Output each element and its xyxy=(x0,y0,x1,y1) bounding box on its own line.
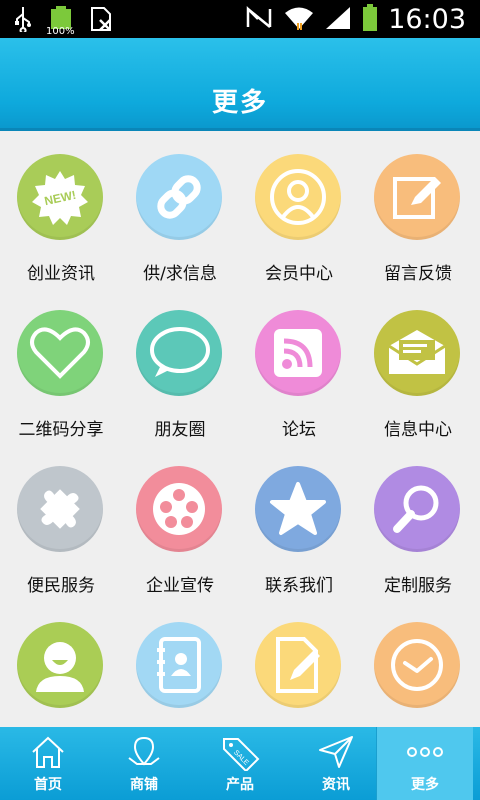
grid-item-label: 会员中心 xyxy=(265,264,333,284)
clock-time: 16:03 xyxy=(388,4,466,35)
grid-item-label: 论坛 xyxy=(282,420,316,440)
grid-item-icon-circle xyxy=(17,466,103,552)
grid-item[interactable]: 联系我们 xyxy=(239,443,359,599)
tab-sale-tag[interactable]: SALE 产品 xyxy=(192,727,288,800)
address-book-icon xyxy=(153,636,205,694)
grid-item[interactable]: 定制服务 xyxy=(358,443,478,599)
signal-icon xyxy=(324,5,352,35)
grid-item-label: 便民服务 xyxy=(27,576,95,596)
user-face-icon xyxy=(30,636,90,694)
tab-map-pin[interactable]: 商铺 xyxy=(96,727,192,800)
grid-item-label: 二维码分享 xyxy=(18,420,104,440)
grid-item[interactable]: 便民服务 xyxy=(1,443,121,599)
mute-icon xyxy=(244,5,274,35)
envelope-icon xyxy=(385,328,449,378)
grid-item[interactable]: 论坛 xyxy=(239,287,359,443)
grid-item-label: 供/求信息 xyxy=(143,264,217,284)
sale-tag-icon: SALE xyxy=(220,733,260,771)
tab-label: 更多 xyxy=(411,777,439,793)
tab-label: 首页 xyxy=(34,777,62,793)
grid-item-icon-circle xyxy=(17,622,103,708)
grid-item[interactable]: NEW! 创业资讯 xyxy=(1,131,121,287)
chat-bubble-icon xyxy=(147,325,211,381)
grid-item[interactable]: 供/求信息 xyxy=(120,131,240,287)
tab-label: 商铺 xyxy=(130,777,158,793)
grid-item-label: 信息中心 xyxy=(384,420,452,440)
chain-link-icon xyxy=(151,169,207,225)
grid-item-icon-circle xyxy=(17,310,103,396)
page-title: 更多 xyxy=(211,88,268,118)
grid-item-icon-circle xyxy=(255,466,341,552)
grid-item-icon-circle xyxy=(374,310,460,396)
grid-item[interactable]: 朋友圈 xyxy=(120,287,240,443)
wifi-icon xyxy=(284,5,314,35)
grid-item-label: 创业资讯 xyxy=(27,264,95,284)
grid-item[interactable] xyxy=(239,599,359,727)
document-edit-icon xyxy=(270,636,326,694)
grid-item-icon-circle xyxy=(374,466,460,552)
grid-item-icon-circle xyxy=(374,154,460,240)
grid-item[interactable]: 企业宣传 xyxy=(120,443,240,599)
grid-item[interactable]: 信息中心 xyxy=(358,287,478,443)
page-header: 更多 xyxy=(0,38,480,131)
feature-grid: NEW! 创业资讯 供/求信息 会员中心 留言反馈二维码分享 朋友圈 论坛 信息中心便民服务 企… xyxy=(0,131,480,727)
battery-percent-label: 100% xyxy=(46,26,75,37)
grid-item-icon-circle xyxy=(136,310,222,396)
star-icon xyxy=(268,480,328,538)
clock-icon xyxy=(389,637,445,693)
tab-paper-plane[interactable]: 资讯 xyxy=(288,727,384,800)
status-bar: 100% 16:03 xyxy=(0,0,480,38)
grid-item[interactable]: 二维码分享 xyxy=(1,287,121,443)
tab-more-dots[interactable]: 更多 xyxy=(376,727,473,800)
sim-blocked-icon xyxy=(90,6,114,36)
tab-home[interactable]: 首页 xyxy=(0,727,96,800)
grid-item[interactable] xyxy=(120,599,240,727)
grid-item-icon-circle xyxy=(136,154,222,240)
grid-item[interactable]: 留言反馈 xyxy=(358,131,478,287)
grid-item-label: 企业宣传 xyxy=(146,576,214,596)
tab-label: 资讯 xyxy=(322,777,350,793)
rss-icon xyxy=(270,325,326,381)
grid-item[interactable] xyxy=(1,599,121,727)
svg-text:SALE: SALE xyxy=(232,749,250,767)
grid-item[interactable]: 会员中心 xyxy=(239,131,359,287)
edit-icon xyxy=(389,169,445,225)
grid-item-icon-circle xyxy=(136,622,222,708)
grid-item-icon-circle xyxy=(374,622,460,708)
usb-icon xyxy=(14,6,32,36)
person-icon xyxy=(270,167,326,227)
battery-icon xyxy=(362,4,378,36)
heart-icon xyxy=(28,324,92,382)
map-pin-icon xyxy=(124,733,164,771)
new-badge-icon: NEW! xyxy=(30,167,90,227)
puzzle-icon xyxy=(32,481,88,537)
grid-item-label: 联系我们 xyxy=(265,576,333,596)
battery-full-icon: 100% xyxy=(46,6,75,37)
magnifier-icon xyxy=(389,481,445,537)
paper-plane-icon xyxy=(316,733,356,771)
grid-item-icon-circle xyxy=(255,622,341,708)
grid-item-icon-circle xyxy=(255,310,341,396)
tab-label: 产品 xyxy=(226,777,254,793)
grid-item-icon-circle xyxy=(255,154,341,240)
home-icon xyxy=(28,733,68,771)
grid-item-icon-circle: NEW! xyxy=(17,154,103,240)
grid-item[interactable] xyxy=(358,599,478,727)
grid-item-label: 定制服务 xyxy=(384,576,452,596)
bottom-tab-bar: 首页 商铺 SALE 产品 资讯 更多 xyxy=(0,727,480,800)
more-dots-icon xyxy=(405,733,445,771)
grid-item-label: 留言反馈 xyxy=(384,264,452,284)
film-reel-icon xyxy=(151,481,207,537)
grid-item-icon-circle xyxy=(136,466,222,552)
grid-item-label: 朋友圈 xyxy=(154,420,206,440)
